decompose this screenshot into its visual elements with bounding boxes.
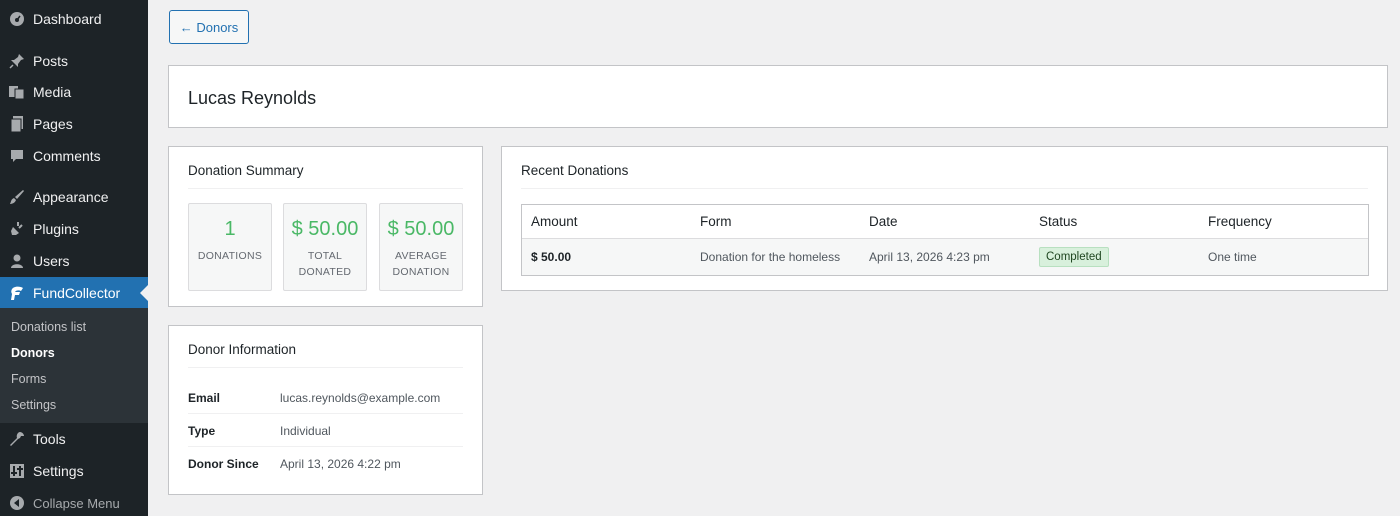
card-title: Donor Information [188,342,297,357]
brush-icon [0,189,33,205]
page-title: Lucas Reynolds [188,88,317,108]
info-value: April 13, 2026 4:22 pm [280,457,401,471]
sidebar-item-settings[interactable]: Settings [0,455,148,487]
submenu-item-settings[interactable]: Settings [11,398,56,412]
sidebar-item-appearance[interactable]: Appearance [0,181,148,213]
info-key: Type [188,423,216,438]
cell-status: Completed [1039,239,1109,275]
card-title: Recent Donations [521,163,629,178]
sidebar-item-dashboard[interactable]: Dashboard [0,3,148,35]
stat-donations: 1 DONATIONS [188,203,272,291]
recent-donations-card: Recent Donations Amount Form Date Status… [501,146,1388,291]
sidebar-item-users[interactable]: Users [0,245,148,277]
submenu-item-forms[interactable]: Forms [11,372,46,386]
info-row-type: Type Individual [188,415,463,447]
info-key: Donor Since [188,457,259,471]
sidebar-item-media[interactable]: Media [0,76,148,108]
sidebar-item-tools[interactable]: Tools [0,423,148,455]
stat-value: 1 [224,218,236,240]
card-title: Donation Summary [188,163,304,178]
sidebar-item-label: Tools [33,431,66,447]
stat-value: $ 50.00 [387,218,455,240]
sidebar-item-label: Plugins [33,221,79,237]
stat-caption: AVERAGE DONATION [392,250,450,278]
cell-amount: $ 50.00 [531,250,572,264]
fundcollector-submenu: Donations list Donors Forms Settings [0,308,148,423]
sidebar-item-label: Pages [33,116,73,132]
sidebar-item-pages[interactable]: Pages [0,108,148,140]
collapse-menu-button[interactable]: Collapse Menu [0,491,148,515]
info-key: Email [188,390,221,405]
stat-total-donated: $ 50.00 TOTAL DONATED [283,203,367,291]
status-badge: Completed [1039,247,1109,267]
divider [521,188,1368,189]
pin-icon [0,53,33,69]
sidebar-item-label: Settings [33,463,84,479]
donor-information-card: Donor Information Email lucas.reynolds@e… [168,325,483,495]
info-value: lucas.reynolds@example.com [280,390,441,405]
column-header-amount: Amount [531,214,578,229]
donations-table: Amount Form Date Status Frequency $ 50.0… [521,204,1369,276]
cell-form: Donation for the homeless [700,250,841,264]
stat-caption: DONATIONS [197,250,263,262]
settings-icon [0,463,33,479]
comment-icon [0,148,33,164]
fundcollector-icon [0,285,33,301]
sidebar-item-label: Media [33,84,72,100]
pages-icon [0,116,33,132]
sidebar-item-plugins[interactable]: Plugins [0,213,148,245]
collapse-arrow-icon [0,495,33,511]
info-row-email: Email lucas.reynolds@example.com [188,382,463,414]
column-header-status: Status [1039,214,1078,229]
cell-date: April 13, 2026 4:23 pm [869,250,990,264]
plugin-icon [0,221,33,237]
dashboard-icon [0,11,33,27]
sidebar-item-label: Posts [33,53,69,69]
admin-sidebar: Dashboard Posts Media Pages Comments App… [0,0,148,516]
user-icon [0,253,33,269]
cell-frequency: One time [1208,250,1257,264]
back-to-donors-button[interactable]: ← Donors [169,10,249,44]
divider [188,188,463,189]
media-icon [0,84,33,100]
column-header-date: Date [869,214,898,229]
info-value: Individual [280,423,331,438]
info-row-donor-since: Donor Since April 13, 2026 4:22 pm [188,448,463,480]
sidebar-item-label: Dashboard [33,11,102,27]
submenu-item-donors[interactable]: Donors [11,346,55,360]
column-header-form: Form [700,214,732,229]
sidebar-item-posts[interactable]: Posts [0,45,148,77]
table-header: Amount Form Date Status Frequency [522,205,1368,239]
stat-value: $ 50.00 [291,218,359,240]
submenu-item-donations-list[interactable]: Donations list [11,320,86,334]
stat-caption: TOTAL DONATED [298,250,352,278]
sidebar-item-fundcollector[interactable]: FundCollector [0,277,148,309]
sidebar-item-comments[interactable]: Comments [0,140,148,172]
stat-average-donation: $ 50.00 AVERAGE DONATION [379,203,463,291]
donation-summary-card: Donation Summary 1 DONATIONS $ 50.00 TOT… [168,146,483,307]
sidebar-item-label: Users [33,253,70,269]
sidebar-item-label: Comments [33,148,101,164]
wrench-icon [0,431,33,447]
divider [188,367,463,368]
collapse-menu-label: Collapse Menu [33,495,120,511]
donor-header-card: Lucas Reynolds [168,65,1388,128]
table-row[interactable]: $ 50.00 Donation for the homeless April … [522,239,1368,275]
column-header-frequency: Frequency [1208,214,1272,229]
sidebar-item-label: Appearance [33,189,109,205]
sidebar-item-label: FundCollector [33,285,121,301]
